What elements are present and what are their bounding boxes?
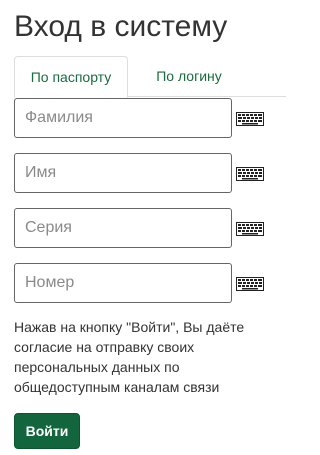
virtual-keyboard-icon[interactable] — [236, 222, 264, 236]
login-tabs: По паспорту По логину — [14, 56, 286, 98]
login-button[interactable]: Войти — [14, 413, 80, 449]
consent-text: Нажав на кнопку "Войти", Вы даёте соглас… — [14, 319, 245, 395]
surname-field[interactable] — [14, 98, 232, 138]
passport-number-field[interactable] — [14, 263, 232, 303]
tab-login[interactable]: По логину — [128, 56, 250, 97]
virtual-keyboard-icon[interactable] — [236, 112, 264, 126]
tab-passport[interactable]: По паспорту — [14, 56, 128, 98]
virtual-keyboard-icon[interactable] — [236, 277, 264, 291]
virtual-keyboard-icon[interactable] — [236, 167, 264, 181]
passport-series-field[interactable] — [14, 208, 232, 248]
page-title: Вход в систему — [14, 10, 228, 43]
login-page: Вход в систему По паспорту По логину Фам… — [0, 0, 286, 455]
first-name-field[interactable] — [14, 153, 232, 193]
